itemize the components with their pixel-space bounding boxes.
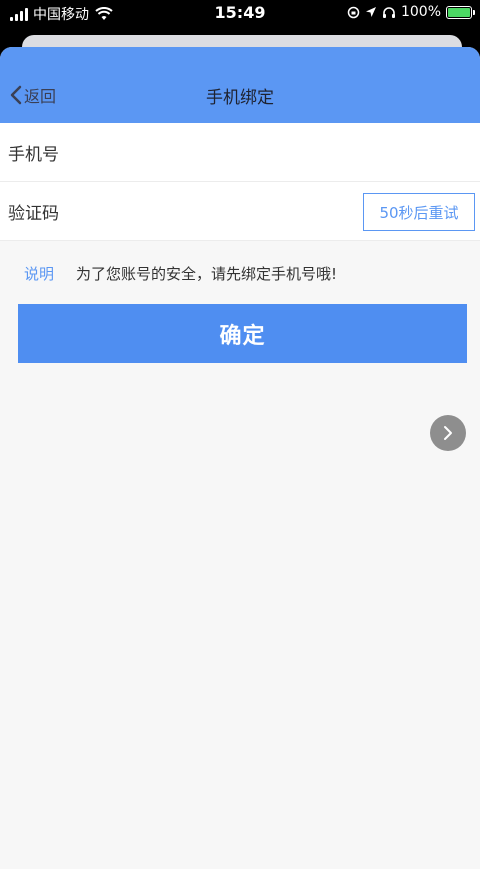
confirm-button[interactable]: 确定 [18, 304, 467, 363]
resend-code-button[interactable]: 50秒后重试 [363, 193, 475, 231]
bind-phone-sheet: 返回 手机绑定 手机号 验证码 50秒后重试 说明 为了您账号的安全，请先绑定手… [0, 47, 480, 869]
location-icon [365, 7, 376, 17]
code-label: 验证码 [8, 203, 59, 224]
status-bar: 中国移动 15:49 100% [0, 0, 480, 28]
phone-label: 手机号 [8, 144, 59, 165]
battery-percent: 100% [400, 4, 441, 20]
note-label: 说明 [24, 264, 55, 283]
page-title: 手机绑定 [206, 88, 274, 108]
phone-input[interactable] [78, 132, 480, 172]
headphones-icon [382, 6, 395, 18]
status-right: 100% [347, 4, 475, 20]
navbar: 返回 手机绑定 [0, 47, 480, 123]
chevron-right-icon [444, 426, 452, 440]
lock-rotation-icon [347, 6, 360, 18]
phone-row: 手机号 [0, 123, 480, 182]
note: 说明 为了您账号的安全，请先绑定手机号哦! [0, 241, 480, 305]
note-text: 为了您账号的安全，请先绑定手机号哦! [76, 264, 338, 283]
floating-next-button[interactable] [430, 415, 466, 451]
bind-form: 手机号 验证码 50秒后重试 [0, 123, 480, 241]
battery-icon [446, 5, 475, 19]
code-row: 验证码 50秒后重试 [0, 182, 480, 241]
